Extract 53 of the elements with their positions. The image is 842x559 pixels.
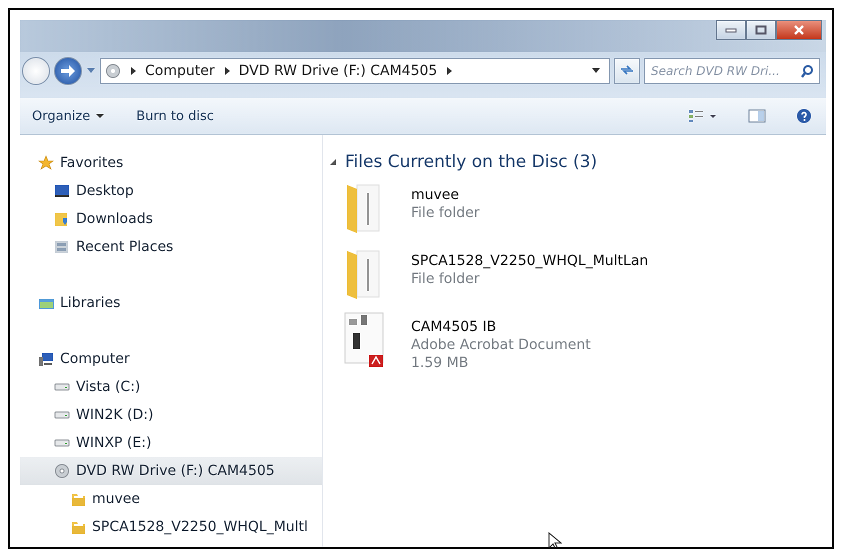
- maximize-icon: [755, 25, 767, 35]
- tree-item[interactable]: WIN2K (D:): [20, 401, 322, 429]
- refresh-icon: [619, 64, 635, 76]
- toolbar-button[interactable]: Burn to disc: [130, 104, 220, 128]
- disc-icon: [105, 63, 121, 79]
- drive-icon: [54, 383, 70, 391]
- maximize-button[interactable]: [746, 20, 776, 40]
- chevron-icon[interactable]: [129, 66, 137, 76]
- chevron-icon[interactable]: [445, 66, 454, 76]
- address-bar[interactable]: Computer DVD RW Drive (F:) CAM4505: [100, 58, 610, 84]
- tree-item[interactable]: WINXP (E:): [20, 429, 322, 457]
- minimize-icon: [725, 27, 737, 33]
- group-header[interactable]: Files Currently on the Disc (3): [345, 152, 598, 172]
- back-button[interactable]: [22, 57, 50, 85]
- file-name[interactable]: SPCA1528_V2250_WHQL_MultLan: [411, 253, 648, 269]
- file-name[interactable]: muvee: [411, 187, 480, 203]
- file-type: Adobe Acrobat Document: [411, 337, 591, 353]
- tree-item[interactable]: Vista (C:): [20, 373, 322, 401]
- breadcrumb[interactable]: Computer: [145, 63, 215, 79]
- tree-item[interactable]: Computer: [20, 345, 322, 373]
- tree-item[interactable]: muvee: [20, 485, 322, 513]
- forward-button[interactable]: [54, 57, 82, 85]
- file-type: File folder: [411, 205, 480, 221]
- tree-item[interactable]: Favorites: [20, 149, 322, 177]
- close-button[interactable]: [776, 20, 822, 40]
- caret-icon[interactable]: [591, 67, 601, 75]
- search-field[interactable]: Search DVD RW Dri...: [644, 58, 820, 84]
- minimize-button[interactable]: [716, 20, 746, 40]
- search-icon: [800, 64, 814, 78]
- arrow-icon: [60, 64, 76, 78]
- computer-icon: [38, 351, 54, 367]
- chevron-icon[interactable]: [222, 66, 231, 76]
- refresh-button[interactable]: [614, 58, 640, 84]
- tree-item[interactable]: Desktop: [20, 177, 322, 205]
- preview-pane-button[interactable]: [746, 107, 768, 125]
- close-icon: [793, 25, 805, 35]
- star-icon: [38, 155, 54, 171]
- tree-item[interactable]: Recent Places: [20, 233, 322, 261]
- file-type: File folder: [411, 271, 481, 287]
- file-size: 1.59 MB: [411, 355, 470, 371]
- tree-item-selected[interactable]: DVD RW Drive (F:) CAM4505: [20, 457, 322, 485]
- monitor-icon: [54, 183, 70, 199]
- help-button[interactable]: [794, 106, 814, 126]
- tree-item[interactable]: Downloads: [20, 205, 322, 233]
- drive-icon: [54, 439, 70, 447]
- drive-icon: [54, 411, 70, 419]
- disc-icon: [54, 463, 70, 479]
- toolbar-button[interactable]: Organize: [26, 104, 110, 128]
- file-name[interactable]: CAM4505 IB: [411, 319, 591, 335]
- tree-item[interactable]: SPCA1528_V2250_WHQL_Multl: [20, 513, 322, 541]
- tree-item[interactable]: Libraries: [20, 289, 322, 317]
- breadcrumb[interactable]: DVD RW Drive (F:) CAM4505: [238, 63, 438, 79]
- collapse-arrow-icon[interactable]: [329, 158, 337, 166]
